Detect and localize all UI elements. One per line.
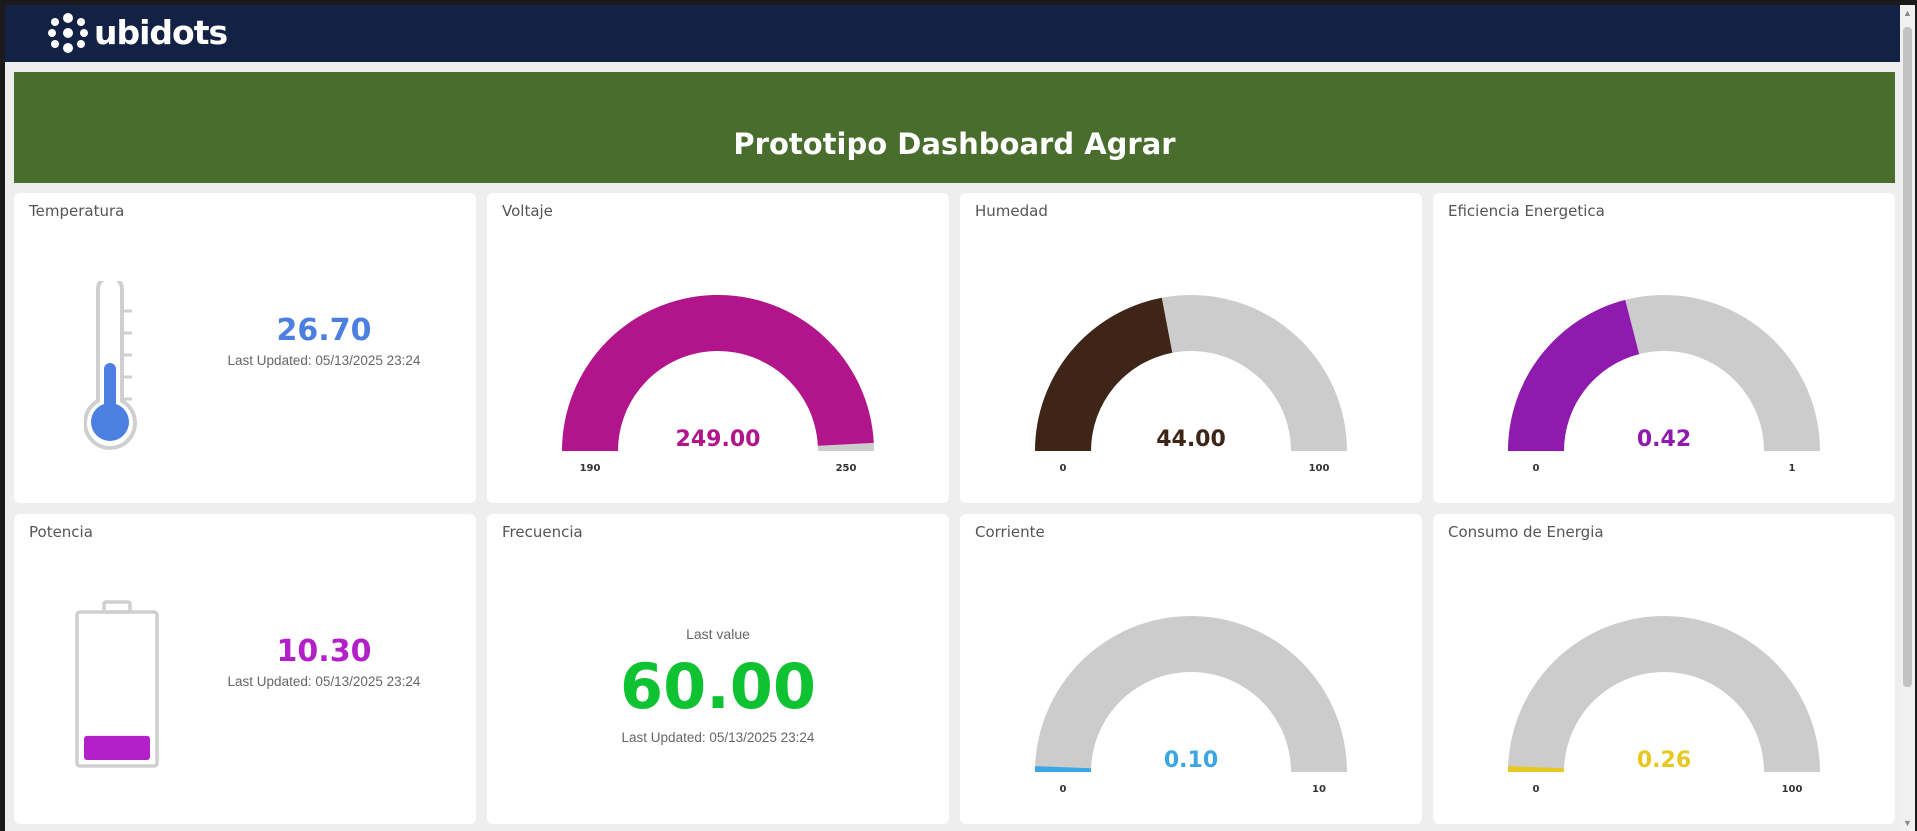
vertical-scrollbar[interactable]: ▲ ▼ — [1900, 5, 1915, 831]
gauge-max-label: 250 — [836, 463, 857, 474]
dashboard-header-banner: Prototipo Dashboard Agrar — [14, 72, 1895, 183]
temperatura-last-updated: Last Updated: 05/13/2025 23:24 — [227, 353, 421, 368]
widget-corriente[interactable]: Corriente 0.10 0 10 — [960, 514, 1422, 824]
scrollbar-thumb[interactable] — [1903, 27, 1912, 687]
top-navbar: ubidots — [5, 5, 1900, 62]
ubidots-logo[interactable]: ubidots — [48, 13, 228, 53]
widget-frecuencia[interactable]: Frecuencia Last value 60.00 Last Updated… — [487, 514, 949, 824]
dashboard-title: Prototipo Dashboard Agrar — [733, 127, 1176, 161]
dashboard-canvas: Prototipo Dashboard Agrar Temperatura 26… — [5, 62, 1900, 831]
battery-level-fill — [84, 735, 150, 760]
scroll-up-icon[interactable]: ▲ — [1903, 8, 1912, 18]
widget-consumo-de-energia[interactable]: Consumo de Energia 0.26 0 100 — [1433, 514, 1895, 824]
widget-humedad[interactable]: Humedad 44.00 0 100 — [960, 193, 1422, 503]
battery-icon — [75, 600, 159, 768]
potencia-last-updated: Last Updated: 05/13/2025 23:24 — [227, 674, 421, 689]
gauge-value-arc — [1035, 297, 1173, 451]
ubidots-logo-icon — [48, 13, 88, 53]
gauge-value: 0.10 — [1164, 748, 1218, 773]
widget-title: Temperatura — [29, 202, 125, 220]
gauge-min-label: 0 — [1060, 784, 1067, 795]
frecuencia-value: 60.00 — [619, 650, 817, 723]
temperatura-value: 26.70 — [276, 313, 372, 348]
gauge-value: 44.00 — [1156, 427, 1226, 452]
widget-title: Frecuencia — [502, 523, 583, 541]
gauge-max-label: 1 — [1789, 463, 1796, 474]
widget-voltaje[interactable]: Voltaje 249.00 190 250 — [487, 193, 949, 503]
humedad-gauge: 44.00 0 100 — [1035, 295, 1347, 474]
consumo-gauge: 0.26 0 100 — [1508, 616, 1820, 795]
widget-title: Potencia — [29, 523, 93, 541]
gauge-max-label: 100 — [1309, 463, 1330, 474]
thermometer-icon — [84, 281, 137, 450]
brand-name: ubidots — [94, 13, 228, 52]
eficiencia-gauge: 0.42 0 1 — [1508, 295, 1820, 474]
gauge-min-label: 0 — [1533, 463, 1540, 474]
gauge-value: 0.26 — [1637, 748, 1691, 773]
gauge-min-label: 190 — [580, 463, 601, 474]
gauge-value: 249.00 — [676, 427, 761, 452]
gauge-max-label: 100 — [1782, 784, 1803, 795]
gauge-min-label: 0 — [1060, 463, 1067, 474]
voltaje-gauge: 249.00 190 250 — [562, 295, 874, 474]
gauge-value: 0.42 — [1637, 427, 1691, 452]
app-window: ubidots Prototipo Dashboard Agrar Temper… — [0, 0, 1917, 831]
gauge-value-arc — [1508, 299, 1640, 451]
widget-eficiencia-energetica[interactable]: Eficiencia Energetica 0.42 0 1 — [1433, 193, 1895, 503]
scroll-down-icon[interactable]: ▼ — [1903, 818, 1912, 828]
gauge-max-label: 10 — [1312, 784, 1326, 795]
frecuencia-caption: Last value — [686, 626, 750, 642]
widget-temperatura[interactable]: Temperatura 26.70 Last Updated: 05/13/20… — [14, 193, 476, 503]
corriente-gauge: 0.10 0 10 — [1035, 616, 1347, 795]
frecuencia-last-updated: Last Updated: 05/13/2025 23:24 — [621, 730, 815, 745]
potencia-value: 10.30 — [276, 634, 372, 669]
gauge-min-label: 0 — [1533, 784, 1540, 795]
widget-potencia[interactable]: Potencia 10.30 Last Updated: 05/13/2025 … — [14, 514, 476, 824]
